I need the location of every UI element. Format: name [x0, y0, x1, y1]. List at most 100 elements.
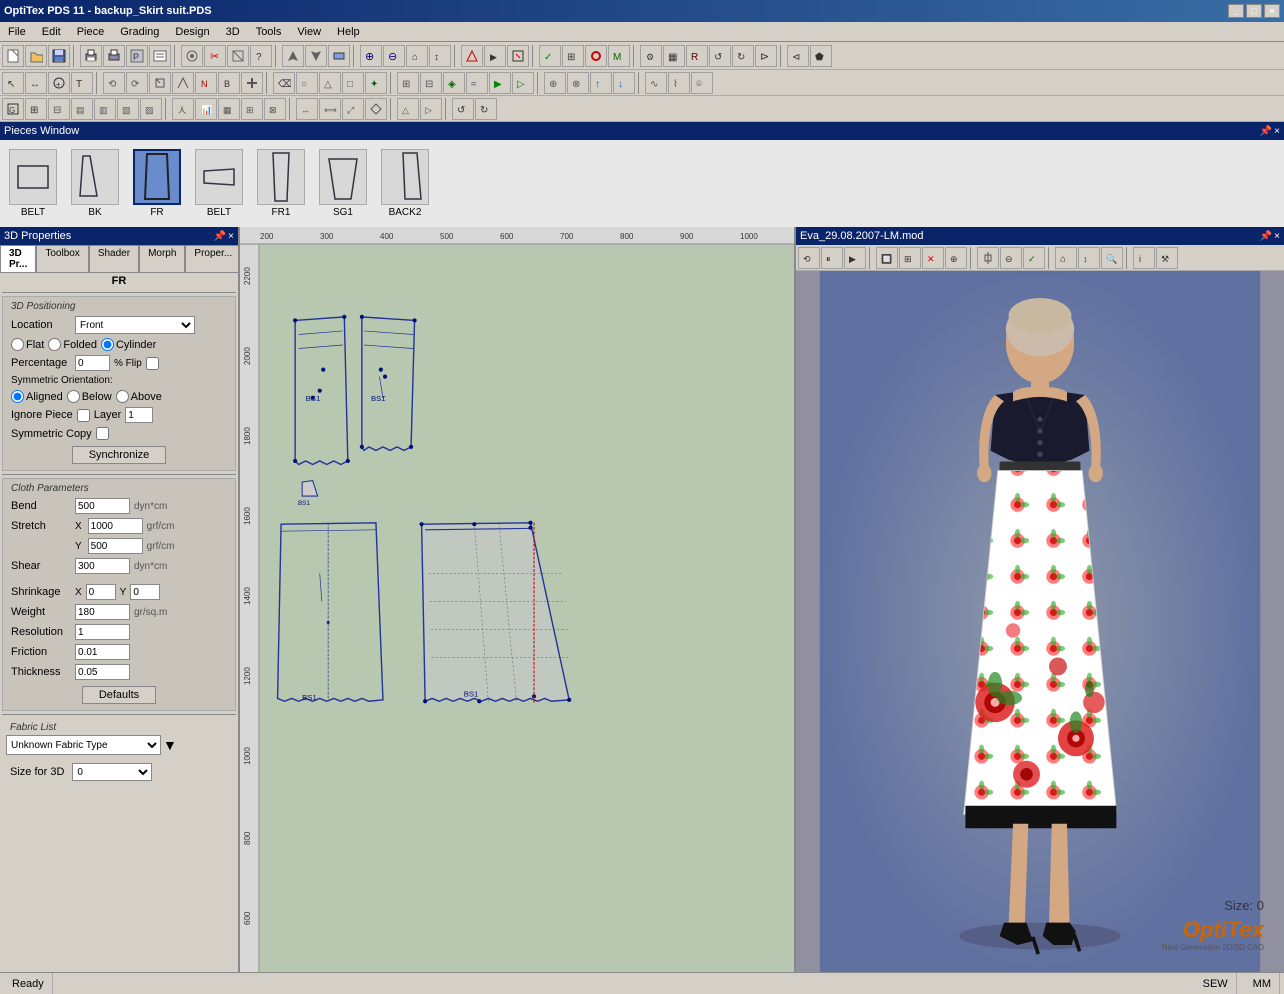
- flip-checkbox[interactable]: [146, 357, 159, 370]
- t3-19[interactable]: ↺: [452, 98, 474, 120]
- menu-3d[interactable]: 3D: [222, 25, 244, 39]
- tab-3d-props[interactable]: 3D Pr...: [0, 245, 36, 272]
- 3d-tb15[interactable]: ⚒: [1156, 247, 1178, 269]
- t2-14[interactable]: △: [319, 72, 341, 94]
- tb3[interactable]: P: [126, 45, 148, 67]
- bend-input[interactable]: [75, 498, 130, 514]
- 3d-tb7[interactable]: ⊕: [945, 247, 967, 269]
- t3-10[interactable]: ▦: [218, 98, 240, 120]
- t3-18[interactable]: ▷: [420, 98, 442, 120]
- 3d-tb10[interactable]: ✓: [1023, 247, 1045, 269]
- tb16[interactable]: [461, 45, 483, 67]
- piece-item-sg1[interactable]: SG1: [318, 149, 368, 218]
- tb12[interactable]: ⊕: [360, 45, 382, 67]
- t2-15[interactable]: □: [342, 72, 364, 94]
- 3d-tb2[interactable]: ⏸: [821, 247, 843, 269]
- minimize-btn[interactable]: _: [1228, 4, 1244, 18]
- t3-9[interactable]: 📊: [195, 98, 217, 120]
- t3-15[interactable]: ⤢: [342, 98, 364, 120]
- tb22[interactable]: M: [608, 45, 630, 67]
- t2-6[interactable]: ⟳: [126, 72, 148, 94]
- t3-8[interactable]: 人: [172, 98, 194, 120]
- tb6[interactable]: ✂: [204, 45, 226, 67]
- location-select[interactable]: Front Back Left Right: [75, 316, 195, 334]
- piece-item-back2[interactable]: BACK2: [380, 149, 430, 218]
- 3d-tb11[interactable]: ⌂: [1055, 247, 1077, 269]
- t2-28[interactable]: ⌇: [668, 72, 690, 94]
- t2-27[interactable]: ∿: [645, 72, 667, 94]
- synchronize-btn[interactable]: Synchronize: [72, 446, 167, 464]
- tab-shader[interactable]: Shader: [89, 245, 139, 272]
- tb9[interactable]: [282, 45, 304, 67]
- t3-14[interactable]: ⟺: [319, 98, 341, 120]
- tb30[interactable]: ⬟: [810, 45, 832, 67]
- tb27[interactable]: ↻: [732, 45, 754, 67]
- tb15[interactable]: ↕: [429, 45, 451, 67]
- t3-20[interactable]: ↻: [475, 98, 497, 120]
- t2-4[interactable]: T: [71, 72, 93, 94]
- t3-5[interactable]: ▥: [94, 98, 116, 120]
- print-btn[interactable]: [80, 45, 102, 67]
- stretch-x-input[interactable]: [88, 518, 143, 534]
- model-pin[interactable]: 📌: [1260, 231, 1272, 242]
- fabric-dropdown[interactable]: Unknown Fabric Type: [6, 735, 161, 755]
- friction-input[interactable]: [75, 644, 130, 660]
- t3-16[interactable]: [365, 98, 387, 120]
- t2-8[interactable]: [172, 72, 194, 94]
- pattern-canvas[interactable]: BS1: [260, 245, 794, 972]
- 3d-tb3[interactable]: ▶: [844, 247, 866, 269]
- tb23[interactable]: ⚙: [640, 45, 662, 67]
- tb20[interactable]: ⊞: [562, 45, 584, 67]
- model-close[interactable]: ×: [1274, 231, 1280, 242]
- flat-radio[interactable]: Flat: [11, 338, 44, 351]
- panel-close[interactable]: ×: [228, 231, 234, 242]
- tb8[interactable]: ?: [250, 45, 272, 67]
- piece-item-fr[interactable]: FR: [132, 149, 182, 218]
- tb29[interactable]: ⊲: [787, 45, 809, 67]
- aligned-radio[interactable]: Aligned: [11, 390, 63, 403]
- pieces-pin[interactable]: 📌: [1260, 126, 1272, 137]
- thickness-input[interactable]: [75, 664, 130, 680]
- t2-10[interactable]: B: [218, 72, 240, 94]
- folded-radio[interactable]: Folded: [48, 338, 97, 351]
- shrinkage-x-input[interactable]: [86, 584, 116, 600]
- above-radio[interactable]: Above: [116, 390, 162, 403]
- t2-23[interactable]: ⊕: [544, 72, 566, 94]
- defaults-btn[interactable]: Defaults: [82, 686, 156, 704]
- size-select[interactable]: 0: [72, 763, 152, 781]
- 3d-tb4[interactable]: 🔲: [876, 247, 898, 269]
- piece-item-belt1[interactable]: BELT: [8, 149, 58, 218]
- sym-copy-checkbox[interactable]: [96, 427, 109, 440]
- tb28[interactable]: ⊳: [755, 45, 777, 67]
- t2-5[interactable]: ⟲: [103, 72, 125, 94]
- t2-16[interactable]: ✦: [365, 72, 387, 94]
- tb18[interactable]: [507, 45, 529, 67]
- print2-btn[interactable]: [103, 45, 125, 67]
- 3d-tb14[interactable]: i: [1133, 247, 1155, 269]
- t2-17[interactable]: ⊞: [397, 72, 419, 94]
- 3d-tb5[interactable]: ⊞: [899, 247, 921, 269]
- panel-pin[interactable]: 📌: [214, 231, 226, 242]
- 3d-tb12[interactable]: ↕: [1078, 247, 1100, 269]
- tb17[interactable]: ▶: [484, 45, 506, 67]
- t2-12[interactable]: ⌫: [273, 72, 295, 94]
- t2-1[interactable]: ↖: [2, 72, 24, 94]
- t2-21[interactable]: ▶: [489, 72, 511, 94]
- t2-25[interactable]: ↑: [590, 72, 612, 94]
- new-btn[interactable]: [2, 45, 24, 67]
- save-btn[interactable]: [48, 45, 70, 67]
- menu-piece[interactable]: Piece: [73, 25, 109, 39]
- close-btn[interactable]: ×: [1264, 4, 1280, 18]
- tb19[interactable]: ✓: [539, 45, 561, 67]
- menu-grading[interactable]: Grading: [116, 25, 163, 39]
- t2-9[interactable]: N: [195, 72, 217, 94]
- tb26[interactable]: ↺: [709, 45, 731, 67]
- tb13[interactable]: ⊖: [383, 45, 405, 67]
- menu-view[interactable]: View: [293, 25, 325, 39]
- t2-11[interactable]: [241, 72, 263, 94]
- cylinder-radio[interactable]: Cylinder: [101, 338, 156, 351]
- 3d-tb13[interactable]: 🔍: [1101, 247, 1123, 269]
- menu-file[interactable]: File: [4, 25, 30, 39]
- t2-26[interactable]: ↓: [613, 72, 635, 94]
- menu-help[interactable]: Help: [333, 25, 364, 39]
